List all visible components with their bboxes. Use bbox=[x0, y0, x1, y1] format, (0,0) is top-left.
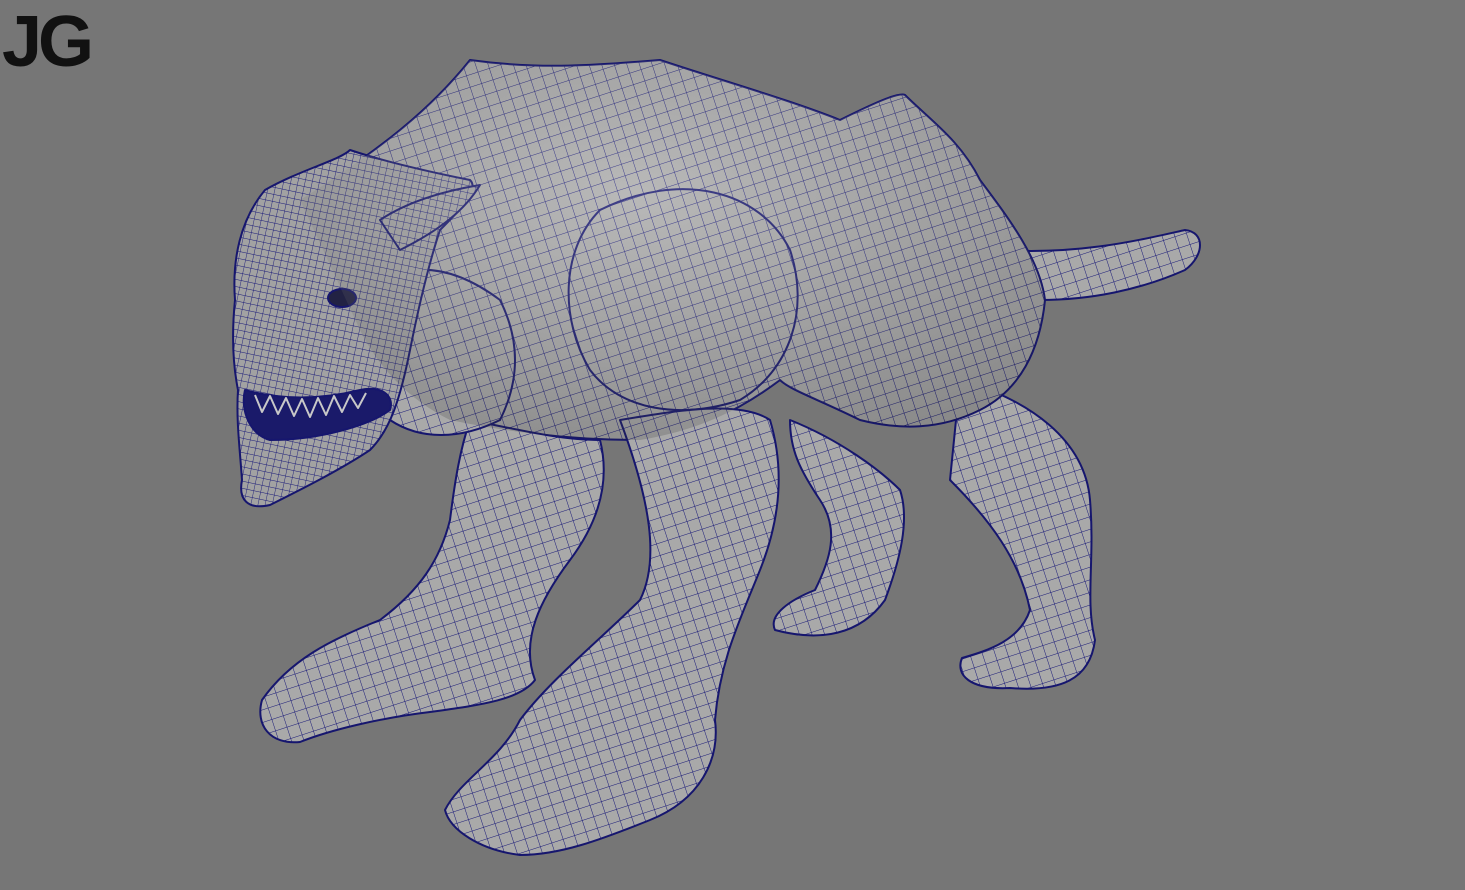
creature-back-leg-right bbox=[949, 379, 1096, 690]
creature-mesh[interactable] bbox=[232, 59, 1201, 856]
viewport-canvas[interactable] bbox=[0, 0, 1465, 890]
watermark-text: JG bbox=[2, 2, 90, 74]
jg-logo: JG bbox=[2, 2, 94, 74]
creature-back-leg-left bbox=[772, 419, 906, 637]
3d-viewport[interactable]: JG bbox=[0, 0, 1465, 890]
